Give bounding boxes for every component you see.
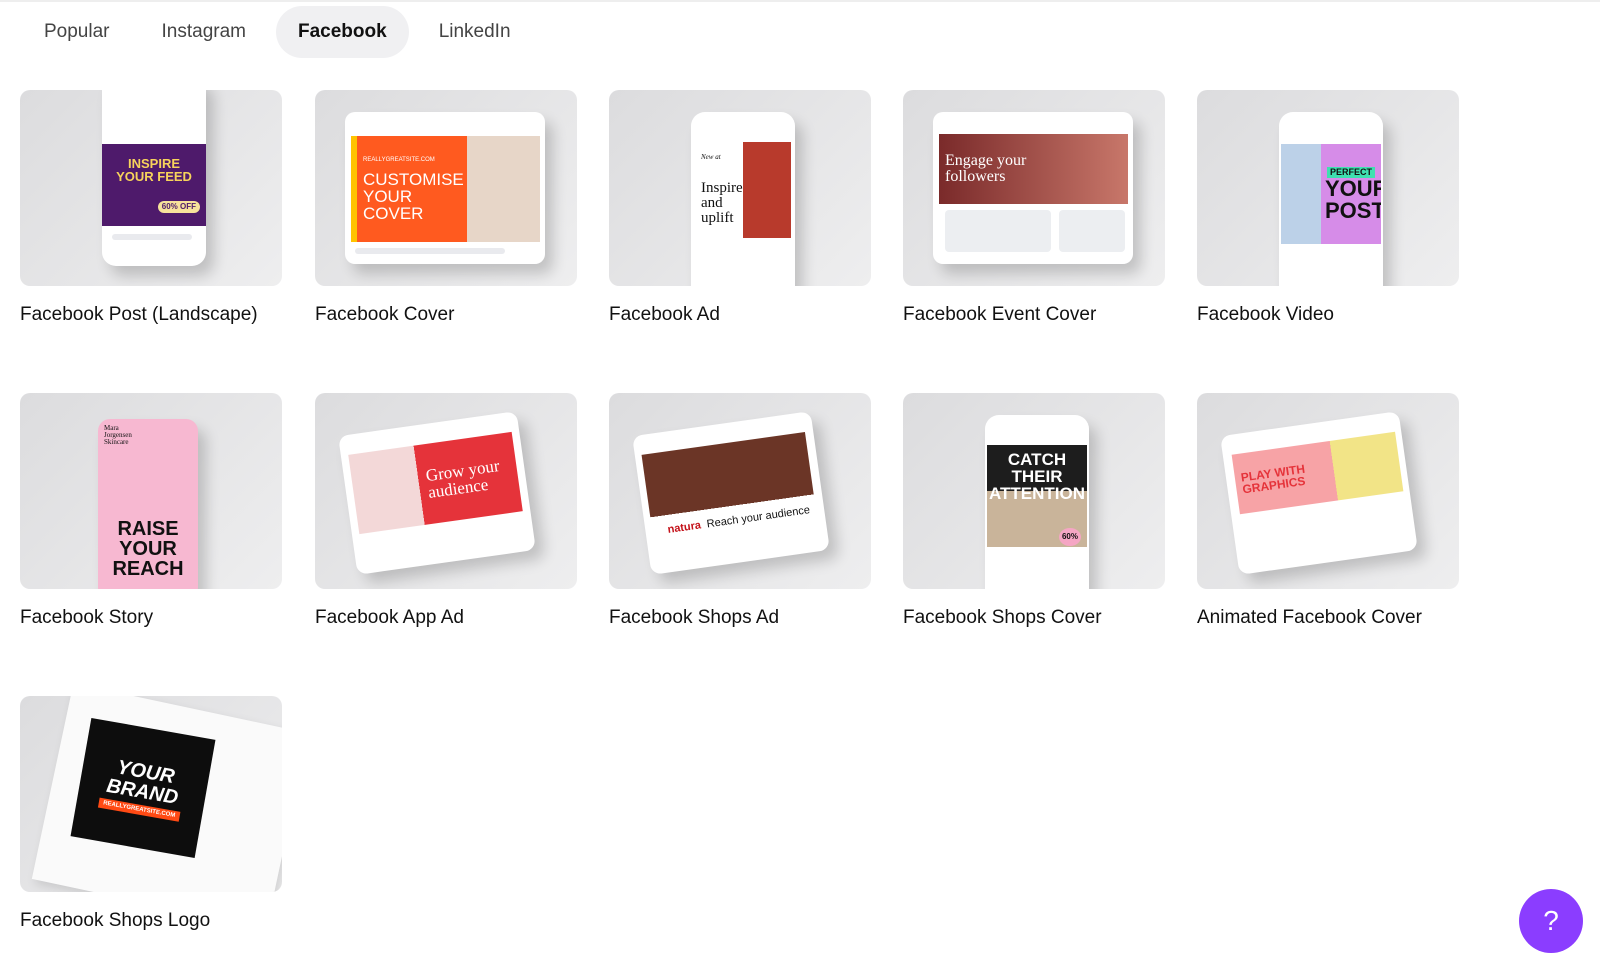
template-label: Facebook Video <box>1197 304 1334 325</box>
template-thumbnail: REALLYGREATSITE.COM CUSTOMISE YOUR COVER <box>315 90 577 286</box>
thumbnail-site: REALLYGREATSITE.COM <box>363 156 435 163</box>
template-facebook-story[interactable]: Mara Jorgensen Skincare RAISE YOUR REACH… <box>20 393 282 629</box>
template-facebook-cover[interactable]: REALLYGREATSITE.COM CUSTOMISE YOUR COVER… <box>315 90 577 326</box>
template-thumbnail: PLAY WITH GRAPHICS <box>1197 393 1459 589</box>
thumbnail-text: Inspire and uplift <box>701 180 743 226</box>
template-facebook-shops-ad[interactable]: natura Reach your audience Facebook Shop… <box>609 393 871 629</box>
template-label: Facebook Shops Cover <box>903 607 1102 628</box>
template-label: Facebook App Ad <box>315 607 464 628</box>
template-facebook-event-cover[interactable]: Engage your followers Facebook Event Cov… <box>903 90 1165 326</box>
template-label: Facebook Post (Landscape) <box>20 304 258 325</box>
template-thumbnail: YOUR BRAND REALLYGREATSITE.COM <box>20 696 282 892</box>
template-facebook-shops-logo[interactable]: YOUR BRAND REALLYGREATSITE.COM Facebook … <box>20 696 282 932</box>
tab-facebook[interactable]: Facebook <box>275 6 409 58</box>
template-label: Facebook Cover <box>315 304 455 325</box>
thumbnail-badge: 60% <box>1058 528 1081 546</box>
template-thumbnail: Mara Jorgensen Skincare RAISE YOUR REACH <box>20 393 282 589</box>
thumbnail-text: CATCH THEIR ATTENTION <box>989 450 1086 503</box>
thumbnail-text: PLAY WITH GRAPHICS <box>1239 461 1307 497</box>
thumbnail-text: Grow your audience <box>424 456 501 503</box>
template-label: Facebook Ad <box>609 304 720 325</box>
thumbnail-brand: natura <box>666 519 702 536</box>
template-label: Facebook Event Cover <box>903 304 1097 325</box>
template-thumbnail: New at Inspire and uplift <box>609 90 871 286</box>
thumbnail-text: INSPIRE YOUR FEED <box>116 156 192 184</box>
template-facebook-shops-cover[interactable]: CATCH THEIR ATTENTION 60% Facebook Shops… <box>903 393 1165 629</box>
template-thumbnail: natura Reach your audience <box>609 393 871 589</box>
template-thumbnail: INSPIRE YOUR FEED 60% OFF <box>20 90 282 286</box>
template-thumbnail: PERFECT YOUR POST <box>1197 90 1459 286</box>
template-facebook-app-ad[interactable]: Grow your audience Facebook App Ad <box>315 393 577 629</box>
template-label: Facebook Story <box>20 607 154 628</box>
template-thumbnail: Engage your followers <box>903 90 1165 286</box>
template-thumbnail: Grow your audience <box>315 393 577 589</box>
tab-instagram[interactable]: Instagram <box>140 6 268 58</box>
template-thumbnail: CATCH THEIR ATTENTION 60% <box>903 393 1165 589</box>
thumbnail-text: Engage your followers <box>945 152 1027 185</box>
thumbnail-text: RAISE YOUR REACH <box>112 518 184 580</box>
template-facebook-video[interactable]: PERFECT YOUR POST Facebook Video <box>1197 90 1459 326</box>
thumbnail-text: YOUR POST <box>1325 175 1381 223</box>
tab-linkedin[interactable]: LinkedIn <box>417 6 533 58</box>
template-animated-facebook-cover[interactable]: PLAY WITH GRAPHICS Animated Facebook Cov… <box>1197 393 1459 629</box>
template-facebook-post-landscape[interactable]: INSPIRE YOUR FEED 60% OFF Facebook Post … <box>20 90 282 326</box>
thumbnail-text: CUSTOMISE YOUR COVER <box>363 169 464 223</box>
help-button[interactable]: ? <box>1519 889 1583 953</box>
template-label: Facebook Shops Ad <box>609 607 780 628</box>
thumbnail-badge: 60% OFF <box>157 201 200 213</box>
category-tabs: Popular Instagram Facebook LinkedIn <box>22 6 533 58</box>
thumbnail-small-text: Mara Jorgensen Skincare <box>104 424 132 446</box>
tab-popular[interactable]: Popular <box>22 6 132 58</box>
template-label: Facebook Shops Logo <box>20 910 211 931</box>
template-facebook-ad[interactable]: New at Inspire and uplift Facebook Ad <box>609 90 871 326</box>
template-label: Animated Facebook Cover <box>1197 607 1422 628</box>
thumbnail-small-text: New at <box>701 153 721 161</box>
